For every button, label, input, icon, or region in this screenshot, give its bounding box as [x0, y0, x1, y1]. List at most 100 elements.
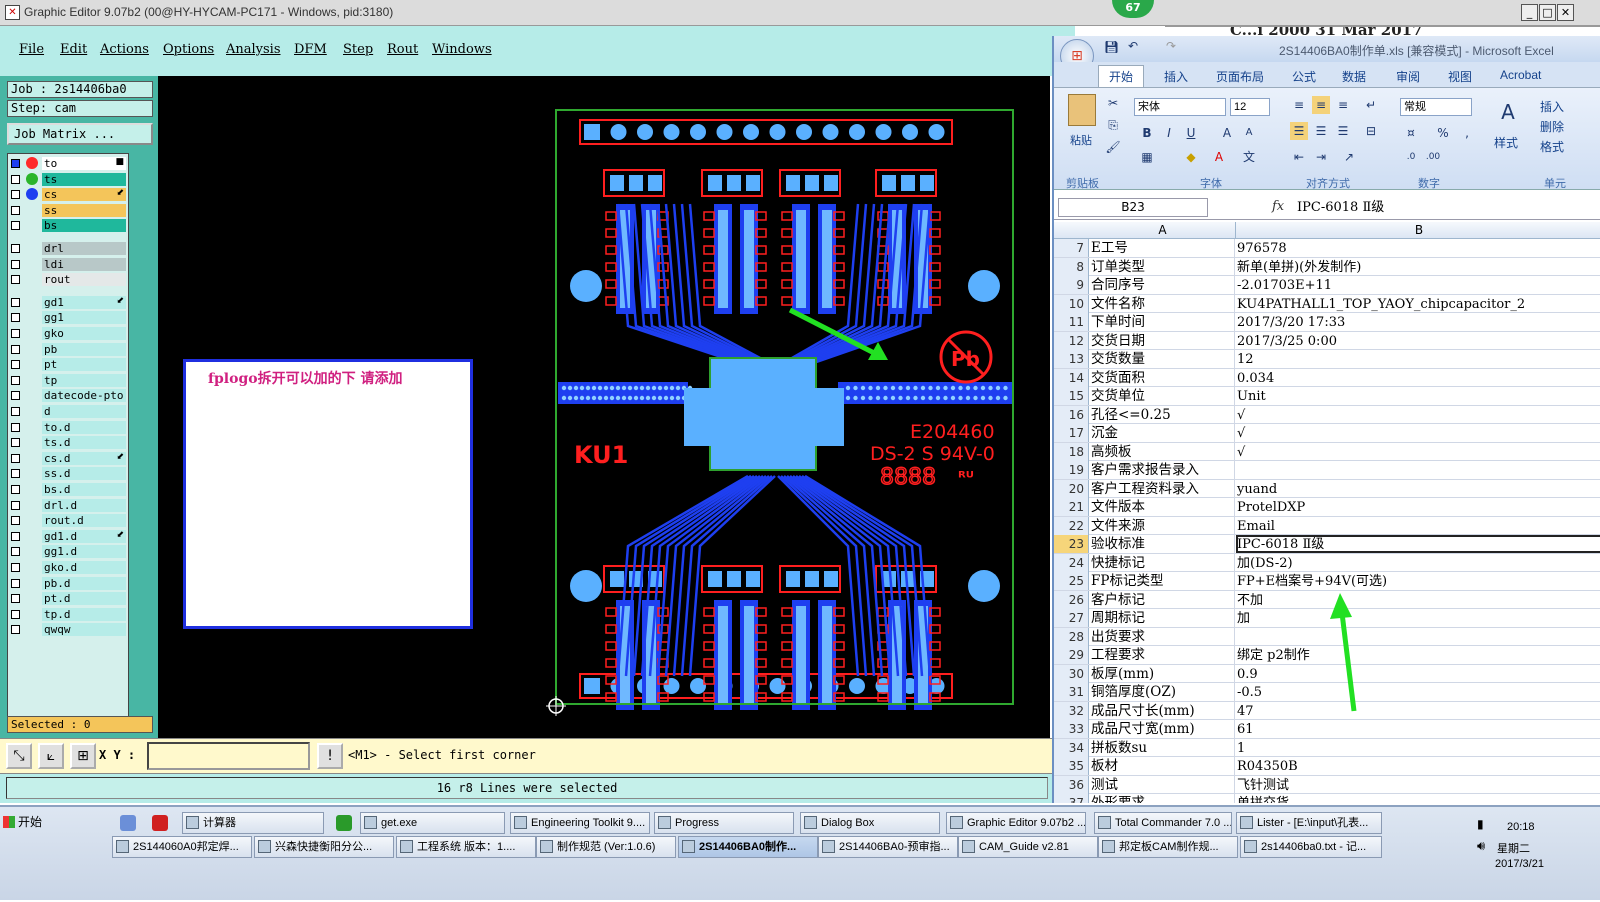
- cell-a[interactable]: 出货要求: [1090, 627, 1235, 646]
- layer-name[interactable]: gg1: [42, 311, 126, 325]
- align-middle-icon[interactable]: ≡: [1312, 96, 1330, 114]
- row-header[interactable]: 7: [1054, 239, 1089, 257]
- layer-row[interactable]: datecode-pto: [8, 388, 128, 403]
- italic-icon[interactable]: I: [1160, 124, 1178, 142]
- shrink-font-icon[interactable]: A: [1240, 124, 1258, 142]
- row-header[interactable]: 13: [1054, 350, 1089, 368]
- layer-checkbox[interactable]: [11, 375, 20, 385]
- menu-dfm[interactable]: DFM: [294, 42, 327, 57]
- cell-b[interactable]: 2017/3/25 0:00: [1236, 332, 1600, 350]
- phonetic-icon[interactable]: 文: [1240, 148, 1258, 166]
- menu-options[interactable]: Options: [163, 42, 214, 57]
- row-header[interactable]: 37: [1054, 794, 1089, 803]
- layer-name[interactable]: to: [42, 157, 126, 170]
- ribbon-tab-5[interactable]: 审阅: [1396, 68, 1420, 85]
- row-header[interactable]: 26: [1054, 590, 1089, 609]
- cell-b[interactable]: 2017/3/20 17:33: [1236, 313, 1600, 331]
- layer-row[interactable]: gg1: [8, 310, 128, 325]
- layer-checkbox[interactable]: [11, 174, 20, 184]
- cell-a[interactable]: 板材: [1090, 757, 1235, 775]
- row-header[interactable]: 27: [1054, 609, 1089, 627]
- cell-b[interactable]: 61: [1236, 720, 1600, 738]
- grow-font-icon[interactable]: A: [1218, 124, 1236, 142]
- row-header[interactable]: 8: [1054, 257, 1089, 276]
- layer-checkbox[interactable]: [11, 625, 20, 635]
- layer-row[interactable]: bs: [8, 218, 128, 233]
- row-header[interactable]: 22: [1054, 516, 1089, 535]
- layer-row[interactable]: ss: [8, 203, 128, 218]
- taskbar-button[interactable]: 2s14406ba0.txt - 记...: [1240, 836, 1382, 858]
- cell-b[interactable]: 12: [1236, 350, 1600, 368]
- paste-button[interactable]: [1068, 94, 1096, 126]
- layer-checkbox[interactable]: [11, 360, 20, 370]
- border-icon[interactable]: ▦: [1138, 148, 1156, 166]
- font-name-select[interactable]: 宋体: [1134, 98, 1226, 116]
- cell-a[interactable]: 沉金: [1090, 424, 1235, 442]
- layer-row[interactable]: gg1.d: [8, 544, 128, 559]
- maximize-button[interactable]: □: [1539, 4, 1556, 21]
- taskbar-pdf-icon[interactable]: [152, 815, 168, 831]
- redo-icon[interactable]: ↷: [1166, 39, 1176, 53]
- ribbon-tab-0[interactable]: 开始: [1098, 65, 1145, 87]
- row-header[interactable]: 14: [1054, 368, 1089, 387]
- layer-name[interactable]: tp.d: [42, 607, 126, 621]
- layer-row[interactable]: ts.d: [8, 435, 128, 450]
- layer-checkbox[interactable]: [11, 531, 20, 541]
- cell-a[interactable]: 文件来源: [1090, 516, 1235, 535]
- orientation-icon[interactable]: ↗: [1340, 148, 1358, 166]
- row-header[interactable]: 36: [1054, 775, 1089, 794]
- layer-name[interactable]: ts: [42, 172, 126, 186]
- taskbar-button[interactable]: 2S144060A0邦定焊...: [112, 836, 252, 858]
- cell-a[interactable]: 高频板: [1090, 442, 1235, 461]
- layer-row[interactable]: gko: [8, 326, 128, 341]
- cell-a[interactable]: 孔径<=0.25: [1090, 405, 1235, 424]
- cell-b[interactable]: -2.01703E+11: [1236, 276, 1600, 294]
- row-header[interactable]: 21: [1054, 498, 1089, 516]
- menu-analysis[interactable]: Analysis: [226, 42, 281, 57]
- row-header[interactable]: 17: [1054, 424, 1089, 442]
- grid-icon[interactable]: ⊞: [70, 743, 96, 769]
- cell-a[interactable]: 文件名称: [1090, 294, 1235, 313]
- fx-icon[interactable]: fx: [1272, 199, 1284, 214]
- save-icon[interactable]: 💾︎: [1104, 40, 1119, 54]
- cell-b[interactable]: Unit: [1236, 387, 1600, 405]
- layer-name[interactable]: ldi: [42, 257, 126, 271]
- styles-label[interactable]: 样式: [1494, 134, 1518, 151]
- taskbar-button[interactable]: CAM_Guide v2.81: [958, 836, 1098, 858]
- row-header[interactable]: 20: [1054, 479, 1089, 498]
- taskbar-button[interactable]: get.exe: [360, 812, 505, 834]
- taskbar-button[interactable]: Total Commander 7.0 ...: [1094, 812, 1232, 834]
- row-header[interactable]: 16: [1054, 405, 1089, 424]
- menu-actions[interactable]: Actions: [100, 42, 149, 57]
- format-painter-icon[interactable]: 🖌︎: [1104, 138, 1122, 156]
- menu-file[interactable]: File: [19, 42, 44, 57]
- decrease-decimal-icon[interactable]: .00: [1424, 148, 1442, 166]
- cell-b[interactable]: 不加: [1236, 591, 1600, 609]
- align-center-icon[interactable]: ☰: [1312, 122, 1330, 140]
- taskbar-ie-icon[interactable]: [336, 815, 352, 831]
- cell-a[interactable]: 测试: [1090, 775, 1235, 794]
- layer-checkbox[interactable]: [11, 500, 20, 510]
- layer-name[interactable]: gko.d: [42, 561, 126, 574]
- cell-a[interactable]: 合同序号: [1090, 276, 1235, 294]
- align-top-icon[interactable]: ≡: [1290, 96, 1308, 114]
- row-header[interactable]: 25: [1054, 572, 1089, 590]
- bold-icon[interactable]: B: [1138, 124, 1156, 142]
- cell-a[interactable]: 文件版本: [1090, 498, 1235, 516]
- layer-row[interactable]: drl: [8, 241, 128, 256]
- cell-a[interactable]: 拼板数su: [1090, 738, 1235, 757]
- cell-b[interactable]: 0.034: [1236, 369, 1600, 387]
- taskbar-button[interactable]: Dialog Box: [800, 812, 940, 834]
- decrease-indent-icon[interactable]: ⇤: [1290, 148, 1308, 166]
- layer-checkbox[interactable]: [11, 547, 20, 557]
- cell-a[interactable]: 快捷标记: [1090, 553, 1235, 572]
- layer-row[interactable]: d: [8, 404, 128, 419]
- layer-checkbox[interactable]: [11, 159, 20, 168]
- number-format-select[interactable]: 常规: [1400, 98, 1472, 116]
- layer-checkbox[interactable]: [11, 297, 20, 307]
- layer-row[interactable]: pt: [8, 357, 128, 372]
- layer-row[interactable]: bs.d: [8, 482, 128, 497]
- ribbon-tab-2[interactable]: 页面布局: [1216, 68, 1264, 85]
- row-header[interactable]: 34: [1054, 738, 1089, 757]
- row-header[interactable]: 31: [1054, 683, 1089, 701]
